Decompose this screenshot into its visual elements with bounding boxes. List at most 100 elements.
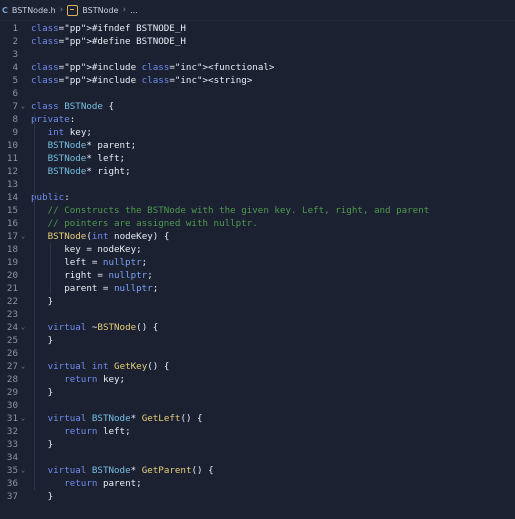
line-number: 36 [6,478,18,489]
code-line[interactable]: 1 class="pp">#ifndef BSTNODE_H [0,22,515,35]
code-line[interactable]: 23 [0,308,515,321]
indent-guide [34,113,35,490]
code-text: class="pp">#include class="inc"><functio… [31,62,275,73]
line-number: 26 [6,348,18,359]
code-line[interactable]: 25 } [0,334,515,347]
breadcrumb-symbol[interactable]: BSTNode [82,6,118,15]
line-number: 8 [12,114,18,125]
code-line[interactable]: 32 return left; [0,425,515,438]
breadcrumb-ellipsis[interactable]: ... [130,6,138,15]
c-file-icon: C [2,5,8,15]
line-number: 9 [12,127,18,138]
code-line[interactable]: 31 ⌄ virtual BSTNode* GetLeft() { [0,412,515,425]
fold-chevron-icon[interactable]: ⌄ [19,360,27,373]
class-symbol-icon [67,4,79,16]
fold-chevron-icon[interactable]: ⌄ [19,412,27,425]
code-line[interactable]: 2 class="pp">#define BSTNODE_H [0,35,515,48]
code-text: class="pp">#define BSTNODE_H [31,36,186,47]
code-line[interactable]: 15 // Constructs the BSTNode with the gi… [0,204,515,217]
code-line[interactable]: 21 parent = nullptr; [0,282,515,295]
code-text: return parent; [64,478,142,489]
code-line[interactable]: 13 [0,178,515,191]
code-text: private: [31,114,76,125]
line-number: 25 [6,335,18,346]
code-text: virtual int GetKey() { [47,361,170,372]
code-line[interactable]: 22 } [0,295,515,308]
code-text: BSTNode(int nodeKey) { [47,231,170,242]
code-line[interactable]: 7 ⌄ class BSTNode { [0,100,515,113]
code-line[interactable]: 28 return key; [0,373,515,386]
line-number: 21 [6,283,18,294]
code-line[interactable]: 34 [0,451,515,464]
line-number: 33 [6,439,18,450]
code-line[interactable]: 35 ⌄ virtual BSTNode* GetParent() { [0,464,515,477]
code-text: class BSTNode { [31,101,115,112]
code-text: class="pp">#include class="inc"><string> [31,75,253,86]
code-line[interactable]: 14 public: [0,191,515,204]
code-line[interactable]: 26 [0,347,515,360]
code-text: virtual BSTNode* GetLeft() { [47,413,203,424]
line-number: 30 [6,400,18,411]
code-text: // Constructs the BSTNode with the given… [31,205,430,216]
code-text: int key; [47,127,92,138]
line-number: 12 [6,166,18,177]
code-line[interactable]: 20 right = nullptr; [0,269,515,282]
line-number: 27 [6,361,18,372]
fold-chevron-icon[interactable]: ⌄ [19,321,27,334]
line-number: 20 [6,270,18,281]
code-line[interactable]: 6 [0,87,515,100]
fold-chevron-icon[interactable]: ⌄ [19,230,27,243]
code-text: left = nullptr; [31,257,148,268]
code-line[interactable]: 9 int key; [0,126,515,139]
code-line[interactable]: 27 ⌄ virtual int GetKey() { [0,360,515,373]
line-number: 10 [6,140,18,151]
code-line[interactable]: 37 } [0,490,515,503]
code-area[interactable]: 1 class="pp">#ifndef BSTNODE_H 2 class="pp"… [0,20,515,519]
line-number: 14 [6,192,18,203]
code-text: return key; [64,374,126,385]
line-number: 5 [12,75,18,86]
code-line[interactable]: 3 [0,48,515,61]
code-line[interactable]: 16 // pointers are assigned with nullptr… [0,217,515,230]
code-text: return left; [64,426,131,437]
line-number: 6 [12,88,18,99]
code-text: key = nodeKey; [31,244,142,255]
line-number: 15 [6,205,18,216]
code-line[interactable]: 19 left = nullptr; [0,256,515,269]
code-text: virtual BSTNode* GetParent() { [47,465,214,476]
code-line[interactable]: 12 BSTNode* right; [0,165,515,178]
code-text: BSTNode* left; [47,153,126,164]
line-number: 18 [6,244,18,255]
line-number: 28 [6,374,18,385]
code-line[interactable]: 29 } [0,386,515,399]
code-line[interactable]: 17 ⌄ BSTNode(int nodeKey) { [0,230,515,243]
code-line[interactable]: 11 BSTNode* left; [0,152,515,165]
indent-guide [50,243,51,295]
line-number: 13 [6,179,18,190]
chevron-right-icon: › [59,5,64,15]
code-line[interactable]: 33 } [0,438,515,451]
line-number: 17 [6,231,18,242]
code-line[interactable]: 36 return parent; [0,477,515,490]
line-number: 34 [6,452,18,463]
line-number: 4 [12,62,18,73]
code-line[interactable]: 30 [0,399,515,412]
code-text: BSTNode* parent; [47,140,137,151]
code-text: } [31,491,54,502]
fold-chevron-icon[interactable]: ⌄ [19,464,27,477]
code-line[interactable]: 10 BSTNode* parent; [0,139,515,152]
code-editor-window: C BSTNode.h › BSTNode › ... 1 class="pp">… [0,0,515,519]
code-line[interactable]: 4 class="pp">#include class="inc"><functi… [0,61,515,74]
line-number: 2 [12,36,18,47]
code-line[interactable]: 24 ⌄ virtual ~BSTNode() { [0,321,515,334]
fold-chevron-icon[interactable]: ⌄ [19,100,27,113]
line-number: 1 [12,23,18,34]
code-line[interactable]: 5 class="pp">#include class="inc"><string… [0,74,515,87]
line-number: 3 [12,49,18,60]
line-number: 23 [6,309,18,320]
code-line[interactable]: 18 key = nodeKey; [0,243,515,256]
code-line[interactable]: 8 private: [0,113,515,126]
code-text: // pointers are assigned with nullptr. [31,218,258,229]
breadcrumb-file[interactable]: BSTNode.h [12,6,56,15]
line-number: 16 [6,218,18,229]
